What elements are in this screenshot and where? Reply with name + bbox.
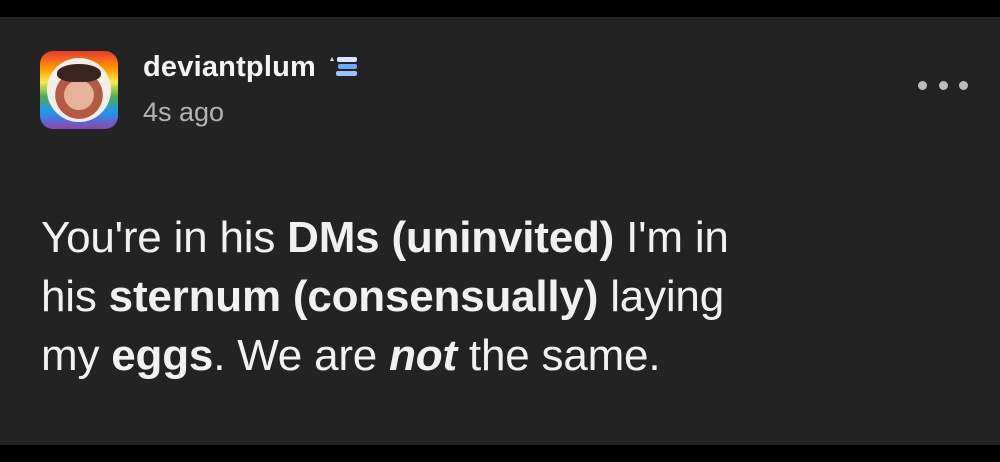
post-card: deviantplum 4s ago You're in his DMs (un… [0, 17, 1000, 445]
post-bold-segment: sternum (consensually) [108, 272, 599, 321]
post-bold-segment: DMs (uninvited) [287, 213, 615, 262]
post-header: deviantplum [143, 49, 360, 85]
more-dot [918, 80, 927, 90]
username-link[interactable]: deviantplum [143, 51, 316, 84]
post-bold-segment: eggs [111, 331, 214, 380]
post-text-segment: . We are [213, 331, 390, 380]
verified-stack-badge-icon [326, 53, 360, 81]
avatar-image [47, 58, 111, 122]
more-dot [938, 80, 948, 90]
post-text-segment: laying [598, 272, 724, 321]
post-line-1: You're in his DMs (uninvited) I'm in [41, 208, 971, 267]
post-text-segment: his [41, 272, 109, 321]
screenshot-frame: deviantplum 4s ago You're in his DMs (un… [0, 0, 1000, 462]
post-text-segment: You're in his [41, 213, 288, 262]
more-options-icon[interactable] [918, 77, 968, 93]
more-dot [959, 80, 968, 90]
post-text-segment: my [41, 331, 112, 380]
post-italic-segment: not [389, 331, 457, 380]
post-text-segment: the same. [456, 331, 661, 380]
post-body: You're in his DMs (uninvited) I'm in his… [41, 208, 971, 385]
post-line-3: my eggs. We are not the same. [41, 326, 971, 385]
post-line-2: his sternum (consensually) laying [41, 267, 971, 326]
avatar[interactable] [40, 51, 118, 129]
avatar-hat [57, 64, 101, 82]
post-text-segment: I'm in [614, 213, 729, 262]
post-timestamp: 4s ago [143, 97, 225, 127]
